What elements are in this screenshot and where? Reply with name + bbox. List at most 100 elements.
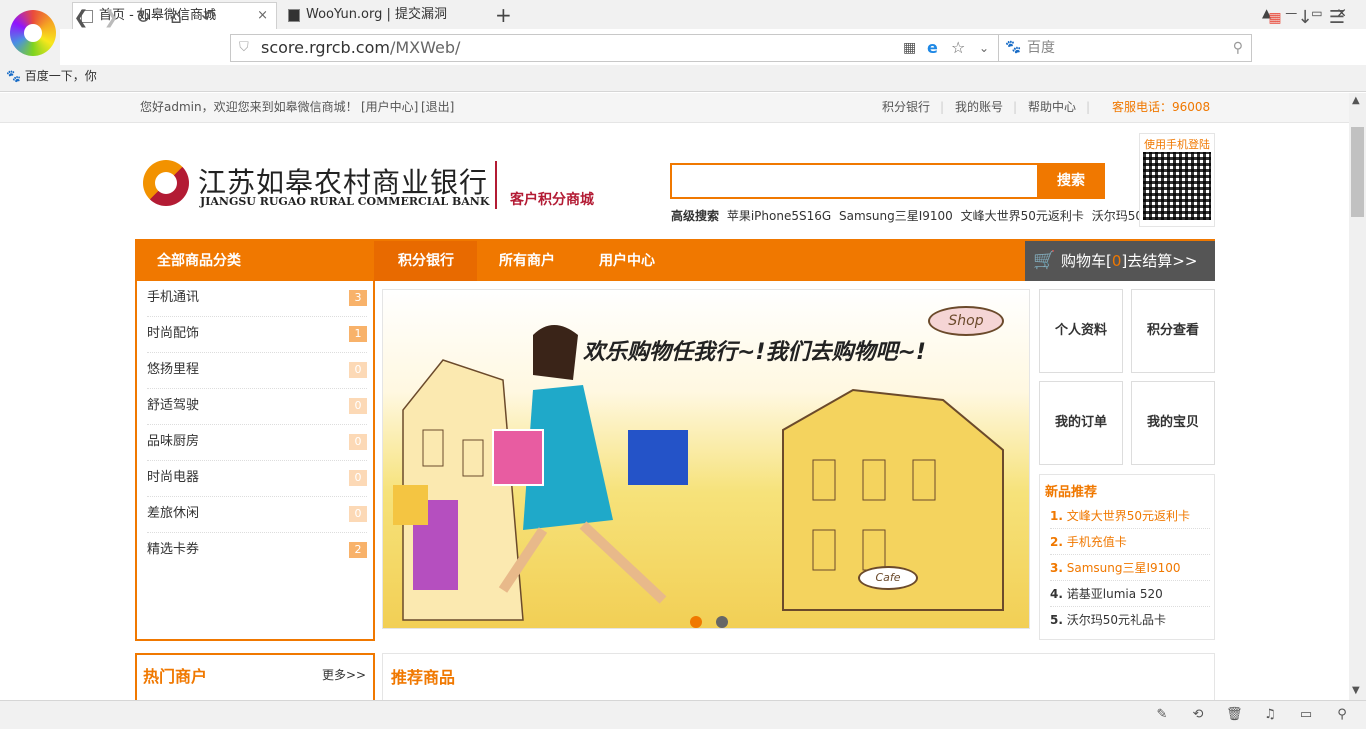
new-product-item[interactable]: 4. 诺基亚lumia 520 [1050,581,1210,607]
new-product-item[interactable]: 1. 文峰大世界50元返利卡 [1050,503,1210,529]
keyword-link[interactable]: Samsung三星I9100 [839,209,953,223]
search-placeholder: 百度 [1027,40,1055,56]
promo-banner[interactable]: 欢乐购物任我行~!我们去购物吧~! Shop Cafe [382,289,1030,629]
forward-icon[interactable]: ❯ [98,5,124,31]
category-label: 时尚电器 [147,470,200,485]
slide-dot-active[interactable] [690,616,702,628]
bookmark-baidu[interactable]: 🐾 百度一下，你 [6,67,97,85]
refresh-icon[interactable]: ⟲ [1190,707,1206,723]
nav-all-merchants[interactable]: 所有商户 [477,241,577,281]
help-center-link[interactable]: 帮助中心 [1028,93,1076,122]
divider: | [940,100,945,114]
rank: 4. [1050,587,1063,601]
apps-icon[interactable]: ▦ [1262,5,1288,31]
product-name: Samsung三星I9100 [1066,561,1181,575]
category-label: 差旅休闲 [147,506,200,521]
cafe-sign: Cafe [858,566,918,590]
cart-checkout: ]去结算>> [1121,252,1198,270]
category-item[interactable]: 差旅休闲 0 [147,497,367,533]
download-icon[interactable]: ↓ [1292,5,1318,31]
new-tab-button[interactable]: + [495,3,512,27]
keyword-link[interactable]: 文峰大世界50元返利卡 [961,209,1084,223]
main-nav: 全部商品分类 积分银行 所有商户 用户中心 🛒 购物车[0]去结算>> [135,239,1215,281]
search-button[interactable]: 搜索 [1037,163,1105,199]
star-icon[interactable]: ☆ [951,35,965,61]
advanced-search-link[interactable]: 高级搜索 [671,209,719,223]
points-bank-link[interactable]: 积分银行 [882,93,930,122]
bank-name-en: JIANGSU RUGAO RURAL COMMERCIAL BANK [200,195,490,208]
address-bar[interactable]: ⛉ score.rgrcb.com/MXWeb/ ▦ e ☆ ⌄ [230,34,1000,62]
my-account-link[interactable]: 我的账号 [955,93,1003,122]
home-icon[interactable]: ⌂ [163,5,189,31]
search-icon[interactable]: ⚲ [1233,35,1243,61]
banner-slogan: 欢乐购物任我行~!我们去购物吧~! [583,340,926,365]
user-center-link[interactable]: [用户中心] [361,93,418,122]
zoom-icon[interactable]: ⚲ [1334,707,1350,723]
product-name: 诺基亚lumia 520 [1066,587,1163,601]
chevron-down-icon[interactable]: ⌄ [979,35,989,61]
qrcode-icon[interactable]: ▦ [903,35,916,61]
scrollbar-thumb[interactable] [1351,127,1364,217]
new-products-title: 新品推荐 [1045,485,1098,500]
category-item[interactable]: 时尚电器 0 [147,461,367,497]
my-items-link[interactable]: 我的宝贝 [1131,381,1215,465]
category-label: 品味厨房 [147,434,200,449]
divider: | [1013,100,1018,114]
divider: | [1086,100,1091,114]
speaker-icon[interactable]: ♫ [1262,707,1278,723]
logout-link[interactable]: [退出] [421,93,454,122]
new-product-item[interactable]: 2. 手机充值卡 [1050,529,1210,555]
hot-merchants-title: 热门商户 [143,667,208,686]
more-link[interactable]: 更多>> [322,666,366,683]
category-item[interactable]: 品味厨房 0 [147,425,367,461]
undo-icon[interactable]: ↶ [196,5,222,31]
search-box[interactable]: 🐾 百度 ⚲ [998,34,1252,62]
baidu-icon: 🐾 [1005,40,1022,55]
points-view-link[interactable]: 积分查看 [1131,289,1215,373]
window-icon[interactable]: ▭ [1298,707,1314,723]
url-host: score.rgrcb.com [261,38,390,57]
pin-icon[interactable]: ✎ [1154,707,1170,723]
category-item[interactable]: 悠扬里程 0 [147,353,367,389]
profile-link[interactable]: 个人资料 [1039,289,1123,373]
new-product-item[interactable]: 5. 沃尔玛50元礼品卡 [1050,607,1210,633]
cart-count: 0 [1111,252,1122,270]
menu-icon[interactable]: ☰ [1324,5,1350,31]
my-orders-link[interactable]: 我的订单 [1039,381,1123,465]
nav-points-bank[interactable]: 积分银行 [375,241,477,281]
tab-title: WooYun.org | 提交漏洞 [306,7,448,22]
slide-dot[interactable] [716,616,728,628]
all-categories-title[interactable]: 全部商品分类 [135,241,375,281]
cart-button[interactable]: 🛒 购物车[0]去结算>> [1025,241,1215,281]
bank-logo-icon[interactable] [143,160,189,206]
close-tab-icon[interactable]: × [257,3,268,29]
category-item[interactable]: 舒适驾驶 0 [147,389,367,425]
recommended-title: 推荐商品 [391,668,456,687]
search-input[interactable] [670,163,1037,199]
tab-wooyun[interactable]: WooYun.org | 提交漏洞 [280,2,485,29]
shop-sign: Shop [928,306,1004,336]
wooyun-icon [288,9,300,22]
category-item[interactable]: 手机通讯 3 [147,281,367,317]
category-list: 手机通讯 3 时尚配饰 1 悠扬里程 0 舒适驾驶 0 品味厨房 0 时尚电器 0 差旅休闲… [135,281,375,641]
recommended-panel: 推荐商品 [382,653,1215,700]
nav-user-center[interactable]: 用户中心 [577,241,677,281]
product-name: 手机充值卡 [1066,535,1127,549]
keyword-link[interactable]: 苹果iPhone5S16G [727,209,831,223]
ie-icon[interactable]: e [927,35,938,61]
new-product-item[interactable]: 3. Samsung三星I9100 [1050,555,1210,581]
keyword-link[interactable]: 沃尔玛50元 [1092,209,1139,223]
url-path: /MXWeb/ [389,38,461,57]
top-bar: 您好admin，欢迎您来到如皋微信商城！ [用户中心] [退出] 积分银行 | … [0,93,1349,123]
back-icon[interactable]: ❮ [68,5,94,31]
category-label: 舒适驾驶 [147,398,200,413]
status-bar: ✎ ⟲ 🗑 ♫ ▭ ⚲ [0,700,1366,729]
category-item[interactable]: 时尚配饰 1 [147,317,367,353]
category-item[interactable]: 精选卡券 2 [147,533,367,569]
header-divider [495,161,497,209]
scroll-down-icon[interactable]: ▼ [1352,685,1360,696]
trash-icon[interactable]: 🗑 [1226,707,1243,723]
reload-icon[interactable]: ↻ [130,5,156,31]
scroll-up-icon[interactable]: ▲ [1352,95,1360,106]
browser-logo-icon[interactable] [10,10,56,56]
